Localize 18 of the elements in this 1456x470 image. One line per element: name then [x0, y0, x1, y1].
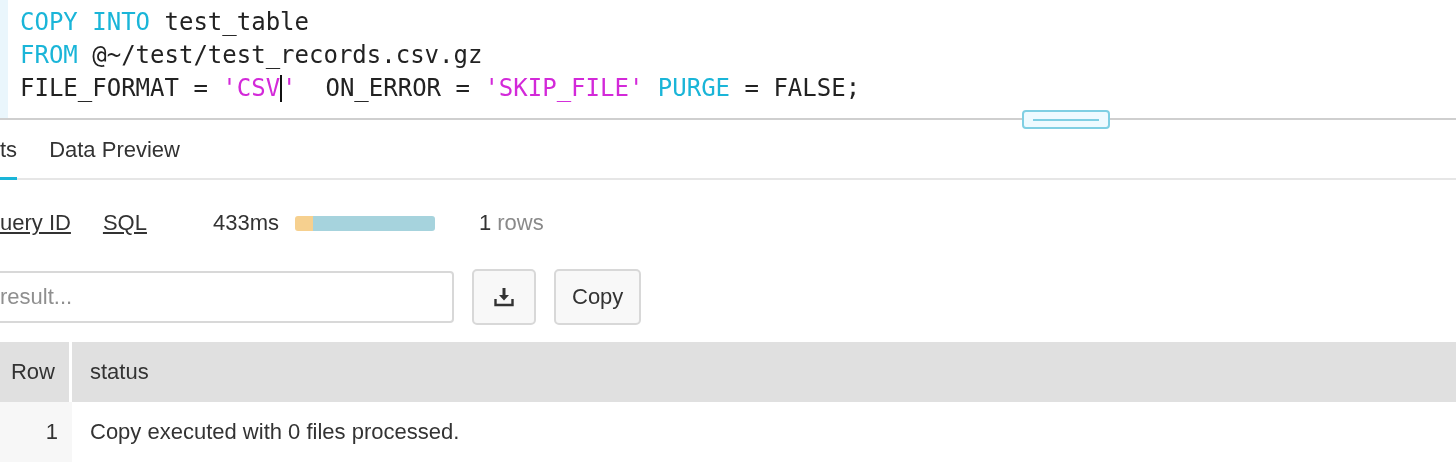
code-line: FROM @~/test/test_records.csv.gz [20, 40, 483, 71]
row-count: 1 [479, 210, 492, 236]
table-cell-text: Copy executed with 0 files processed. [89, 418, 461, 446]
code-line: FILE_FORMAT = 'CSV' ON_ERROR = 'SKIP_FILE' PURGE = FALSE; [20, 73, 861, 104]
link[interactable]: SQL [102, 210, 147, 236]
code-line: COPY INTO test_table [20, 7, 309, 38]
resize-handle[interactable] [1022, 110, 1110, 129]
tab[interactable]: Data Preview [49, 120, 180, 180]
copy-button[interactable]: Copy [554, 269, 642, 325]
duration-text: 433ms [212, 210, 279, 236]
search-field[interactable]: result... [0, 271, 454, 323]
tab[interactable]: ts [0, 120, 18, 180]
column-header: status [89, 358, 150, 386]
download-icon [494, 287, 514, 307]
download-button[interactable] [472, 269, 536, 325]
link[interactable]: uery ID [0, 210, 71, 236]
row-unit: rows [497, 210, 544, 236]
row-number: 1 [0, 402, 72, 462]
